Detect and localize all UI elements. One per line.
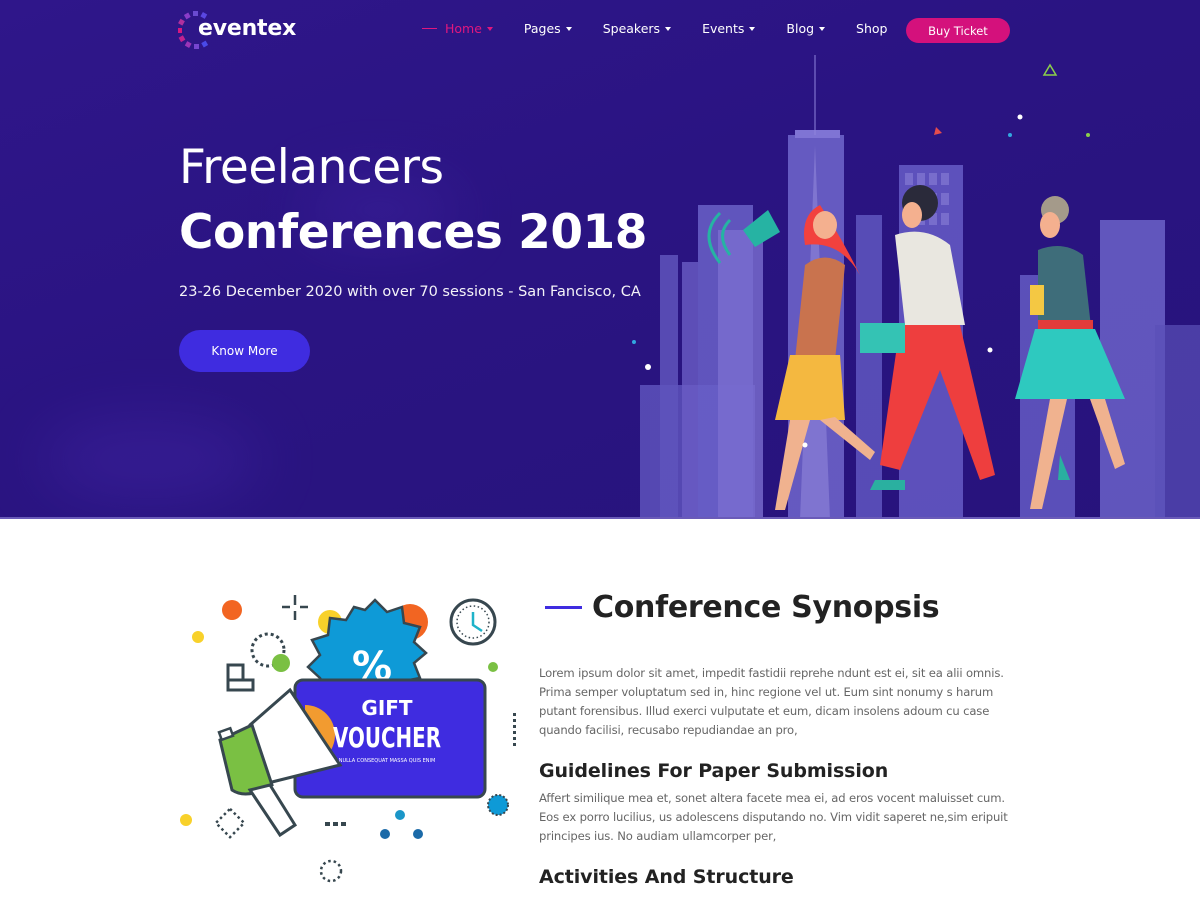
buy-ticket-button[interactable]: Buy Ticket xyxy=(906,18,1010,43)
nav-item-home[interactable]: Home xyxy=(422,21,493,36)
hero-title-line2: Conferences 2018 xyxy=(179,205,647,260)
subsection-body: Affert similique mea et, sonet altera fa… xyxy=(539,791,1008,843)
active-indicator xyxy=(422,27,437,30)
chevron-down-icon xyxy=(819,27,826,31)
know-more-button[interactable]: Know More xyxy=(179,330,310,372)
heading-accent-line xyxy=(545,606,582,609)
chevron-down-icon xyxy=(665,27,672,31)
logo-text: eventex xyxy=(198,16,297,41)
nav-item-label: Shop xyxy=(856,21,888,36)
hero-title-line1: Freelancers xyxy=(179,140,444,195)
voucher-tagline: NULLA CONSEQUAT MASSA QUIS ENIM xyxy=(339,758,436,764)
logo[interactable]: eventex xyxy=(178,8,296,52)
subsection-title: Activities And Structure xyxy=(539,866,794,888)
main-nav: Home Pages Speakers Events Blog Shop xyxy=(422,21,918,36)
chevron-down-icon xyxy=(565,27,572,31)
nav-item-label: Blog xyxy=(786,21,815,36)
subsection-title: Guidelines For Paper Submission xyxy=(539,760,889,782)
section-heading: Conference Synopsis xyxy=(545,590,940,625)
nav-item-pages[interactable]: Pages xyxy=(524,21,572,36)
nav-item-label: Events xyxy=(702,21,745,36)
nav-item-speakers[interactable]: Speakers xyxy=(602,21,672,36)
hero-subtitle: 23-26 December 2020 with over 70 session… xyxy=(179,284,641,300)
chevron-down-icon xyxy=(486,27,493,31)
section-title: Conference Synopsis xyxy=(592,590,940,625)
nav-item-label: Pages xyxy=(523,21,561,36)
nav-item-blog[interactable]: Blog xyxy=(786,21,826,36)
chevron-down-icon xyxy=(749,27,756,31)
decor-dot xyxy=(222,600,242,620)
hero-illustration xyxy=(632,55,1200,519)
nav-item-events[interactable]: Events xyxy=(702,21,756,36)
gift-voucher-illustration: % GIFT VOUCHER NULLA CONSEQUAT MASSA QUI… xyxy=(180,595,516,883)
nav-item-label: Home xyxy=(445,21,482,36)
voucher-line1: GIFT xyxy=(361,696,413,720)
synopsis-intro: Lorem ipsum dolor sit amet, impedit fast… xyxy=(539,666,1004,737)
hero-section: eventex Home Pages Speakers Events Blog … xyxy=(0,0,1200,519)
nav-item-shop[interactable]: Shop xyxy=(856,21,887,36)
nav-item-label: Speakers xyxy=(602,21,661,36)
voucher-line2: VOUCHER xyxy=(333,721,441,754)
hero-bg-glow xyxy=(40,420,260,500)
